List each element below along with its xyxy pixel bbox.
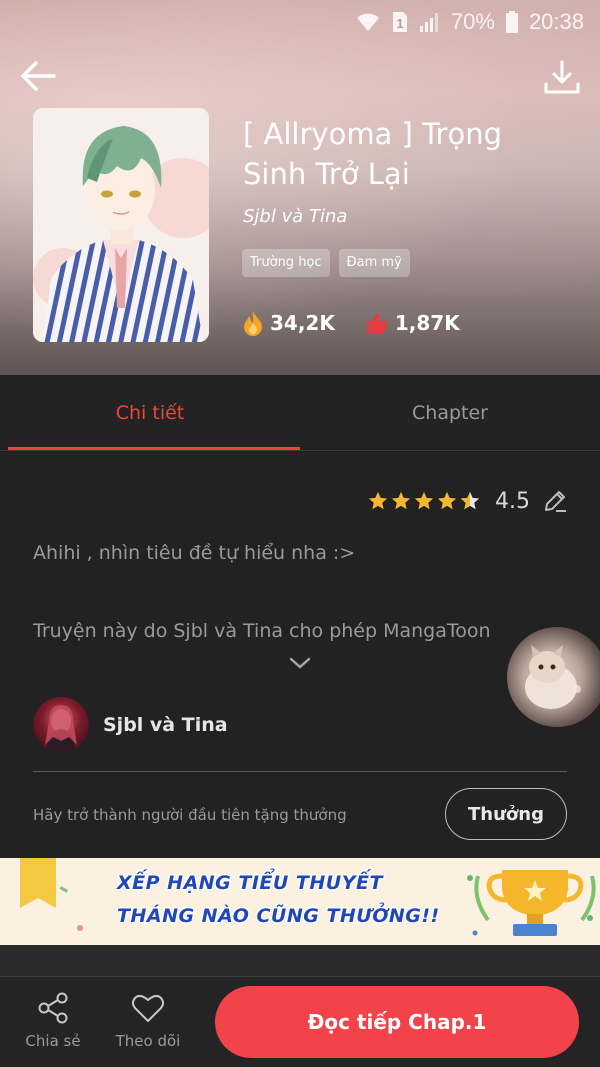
star-icon xyxy=(391,491,411,510)
genre-tag[interactable]: Đam mỹ xyxy=(338,249,410,277)
chevron-down-icon xyxy=(289,657,311,669)
status-bar: 1 70% 20:38 xyxy=(355,6,584,38)
thumbs-up-icon xyxy=(366,313,388,333)
expand-description-button[interactable] xyxy=(288,655,312,671)
follow-button[interactable]: Theo dõi xyxy=(112,992,184,1050)
reward-button[interactable]: Thưởng xyxy=(445,788,567,840)
genre-tags: Trường học Đam mỹ xyxy=(242,249,410,277)
wifi-icon xyxy=(355,11,381,33)
description-line: Truyện này do Sjbl và Tina cho phép Mang… xyxy=(33,620,491,642)
book-stats: 34,2K 1,87K xyxy=(242,310,460,336)
section-separator xyxy=(0,945,600,977)
pencil-icon[interactable] xyxy=(542,488,568,514)
author-avatar-image xyxy=(45,705,77,753)
heart-icon xyxy=(132,994,164,1022)
likes-count: 1,87K xyxy=(394,311,460,335)
promo-banner[interactable]: XẾP HẠNG TIỂU THUYẾT THÁNG NÀO CŨNG THƯỞ… xyxy=(0,858,600,945)
svg-text:1: 1 xyxy=(396,16,403,31)
book-author[interactable]: Sjbl và Tina xyxy=(243,206,347,227)
sim-icon: 1 xyxy=(391,10,409,34)
star-icon xyxy=(368,491,388,510)
reward-prompt: Hãy trở thành người đầu tiên tặng thưởng xyxy=(33,806,347,824)
book-title: [ Allryoma ] Trọng Sinh Trở Lại xyxy=(243,117,502,191)
continue-reading-button[interactable]: Đọc tiếp Chap.1 xyxy=(215,986,579,1058)
arrow-left-icon xyxy=(21,61,56,91)
battery-percent: 70% xyxy=(450,9,495,34)
author-name[interactable]: Sjbl và Tina xyxy=(103,714,228,736)
divider xyxy=(33,771,567,772)
banner-headline: XẾP HẠNG TIỂU THUYẾT xyxy=(117,872,383,894)
bottom-action-bar: Chia sẻ Theo dõi Đọc tiếp Chap.1 xyxy=(0,978,600,1067)
description-line: Ahihi , nhìn tiêu đề tự hiểu nha :> xyxy=(33,542,356,564)
cover-illustration xyxy=(33,108,209,342)
tab-chapter[interactable]: Chapter xyxy=(300,375,600,450)
tab-details[interactable]: Chi tiết xyxy=(0,375,300,450)
tab-bar: Chi tiết Chapter xyxy=(0,375,600,451)
share-label: Chia sẻ xyxy=(25,1032,81,1050)
flame-icon xyxy=(244,311,262,336)
banner-subheadline: THÁNG NÀO CŨNG THƯỞNG!! xyxy=(117,905,440,927)
book-cover[interactable] xyxy=(33,108,209,342)
author-row[interactable]: Sjbl và Tina xyxy=(33,697,228,753)
views-count: 34,2K xyxy=(270,311,335,335)
likes-stat: 1,87K xyxy=(365,311,460,335)
cat-illustration xyxy=(525,645,581,709)
download-button[interactable] xyxy=(542,58,582,98)
share-icon xyxy=(38,992,68,1024)
back-button[interactable] xyxy=(18,56,58,96)
floating-cat-bubble[interactable] xyxy=(507,627,600,727)
signal-icon xyxy=(419,11,441,33)
star-half-icon xyxy=(460,491,480,510)
genre-tag[interactable]: Trường học xyxy=(242,249,330,277)
book-header: 1 70% 20:38 [Allryoma] Trọng Sinh Trở … xyxy=(0,0,600,375)
star-rating xyxy=(367,490,481,512)
rating-value: 4.5 xyxy=(495,488,530,514)
views-stat: 34,2K xyxy=(242,310,335,336)
star-icon xyxy=(437,491,457,510)
battery-icon xyxy=(505,10,519,34)
clock: 20:38 xyxy=(528,9,584,34)
share-button[interactable]: Chia sẻ xyxy=(22,992,84,1050)
download-icon xyxy=(544,60,580,94)
rating: 4.5 xyxy=(367,488,568,514)
follow-label: Theo dõi xyxy=(115,1032,181,1050)
star-icon xyxy=(414,491,434,510)
avatar[interactable] xyxy=(33,697,89,753)
